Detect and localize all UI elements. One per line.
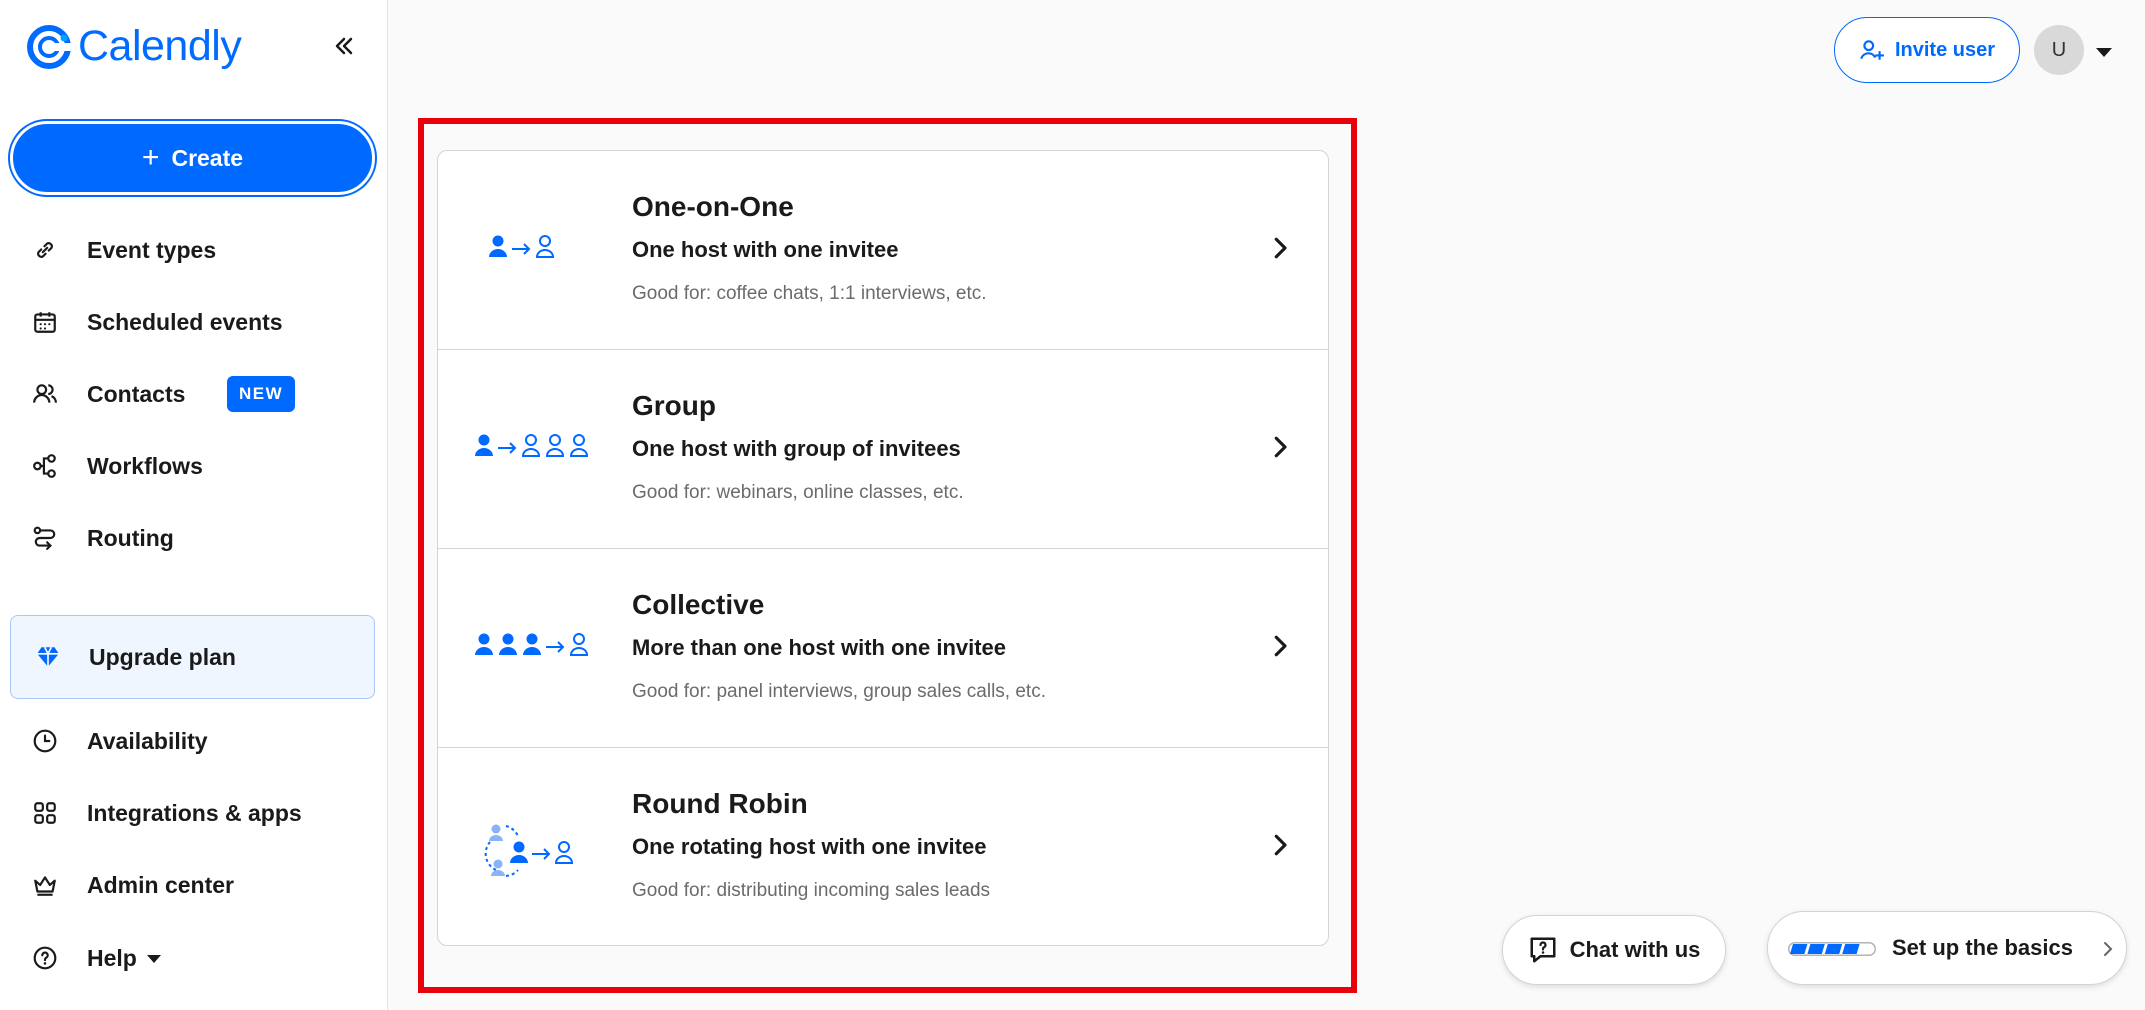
chat-help-icon [1530,937,1556,963]
option-round-robin[interactable]: Round Robin One rotating host with one i… [438,748,1328,945]
collective-icon [475,633,589,656]
new-badge: NEW [227,376,296,412]
invite-user-label: Invite user [1894,38,1996,61]
calendly-logo-icon [27,24,72,69]
chevron-right-icon [1274,834,1287,856]
sidebar-item-help[interactable]: Help [0,930,388,986]
workflow-icon [30,451,60,481]
sidebar-item-label: Admin center [87,871,234,898]
option-description: Good for: distributing incoming sales le… [632,880,991,901]
setup-progress-bar [1788,942,1876,956]
option-description: Good for: coffee chats, 1:1 interviews, … [632,283,987,304]
progress-segment [1842,944,1860,954]
chevron-down-icon [146,955,161,964]
create-button-label: Create [171,144,244,171]
crown-icon [30,870,60,900]
sidebar: Calendly + Create Event types Scheduled … [0,0,388,1010]
option-title: Group [632,390,716,421]
sidebar-item-label: Availability [87,727,208,754]
option-subtitle: One rotating host with one invitee [632,834,987,859]
option-subtitle: One host with group of invitees [632,436,961,461]
chevron-right-icon [1274,436,1287,458]
grid-icon [30,798,60,828]
option-subtitle: One host with one invitee [632,237,899,262]
option-title: Round Robin [632,788,808,819]
sidebar-item-label: Routing [87,524,174,551]
upgrade-plan-button[interactable]: Upgrade plan [10,615,375,699]
sidebar-item-label: Help [87,945,161,972]
sidebar-item-workflows[interactable]: Workflows [0,438,388,494]
link-icon [30,235,60,265]
option-group[interactable]: Group One host with group of invitees Go… [438,350,1328,549]
sidebar-item-availability[interactable]: Availability [0,713,388,769]
calendly-logo[interactable]: Calendly [26,22,242,71]
sidebar-item-label: Contacts [87,380,186,407]
diamond-icon [33,642,63,672]
routing-icon [30,523,60,553]
sidebar-item-event-types[interactable]: Event types [0,222,388,278]
sidebar-item-routing[interactable]: Routing [0,510,388,566]
option-one-on-one[interactable]: One-on-One One host with one invitee Goo… [438,151,1328,350]
event-type-options: One-on-One One host with one invitee Goo… [437,150,1329,946]
option-title: One-on-One [632,191,794,222]
help-icon [30,943,60,973]
help-label: Help [87,944,137,971]
chevron-right-icon [2104,942,2113,956]
option-title: Collective [632,589,765,620]
option-description: Good for: webinars, online classes, etc. [632,482,964,503]
one-on-one-icon [489,235,555,258]
sidebar-item-contacts[interactable]: Contacts NEW [0,366,388,422]
brand-name: Calendly [78,22,242,70]
progress-segment [1790,944,1808,954]
sidebar-item-scheduled-events[interactable]: Scheduled events [0,294,388,350]
collapse-sidebar-button[interactable] [326,28,362,64]
double-chevron-left-icon [335,37,353,55]
chat-with-us-label: Chat with us [1569,937,1701,962]
sidebar-item-admin-center[interactable]: Admin center [0,857,388,913]
setup-basics-label: Set up the basics [1892,935,2073,960]
progress-segment [1807,944,1825,954]
setup-basics-button[interactable]: Set up the basics [1767,911,2127,985]
chevron-down-icon[interactable] [2096,48,2112,57]
sidebar-item-integrations[interactable]: Integrations & apps [0,785,388,841]
sidebar-item-label: Workflows [87,452,203,479]
contacts-icon [30,379,60,409]
invite-user-button[interactable]: Invite user [1834,17,2020,83]
progress-segment [1824,944,1843,954]
chevron-right-icon [1274,237,1287,259]
add-user-icon [1860,40,1884,60]
round-robin-icon [484,824,574,877]
plus-icon: + [141,141,160,174]
option-collective[interactable]: Collective More than one host with one i… [438,549,1328,748]
chat-with-us-button[interactable]: Chat with us [1502,915,1726,985]
option-subtitle: More than one host with one invitee [632,635,1007,660]
sidebar-item-label: Event types [87,236,217,263]
create-button[interactable]: + Create [10,121,375,195]
group-icon [475,434,589,457]
avatar[interactable]: U [2034,25,2084,75]
sidebar-item-label: Scheduled events [87,308,283,335]
sidebar-item-label: Integrations & apps [87,799,302,826]
option-description: Good for: panel interviews, group sales … [632,681,1046,702]
upgrade-plan-label: Upgrade plan [89,643,236,670]
clock-icon [30,726,60,756]
calendar-icon [30,307,60,337]
chevron-right-icon [1274,635,1287,657]
